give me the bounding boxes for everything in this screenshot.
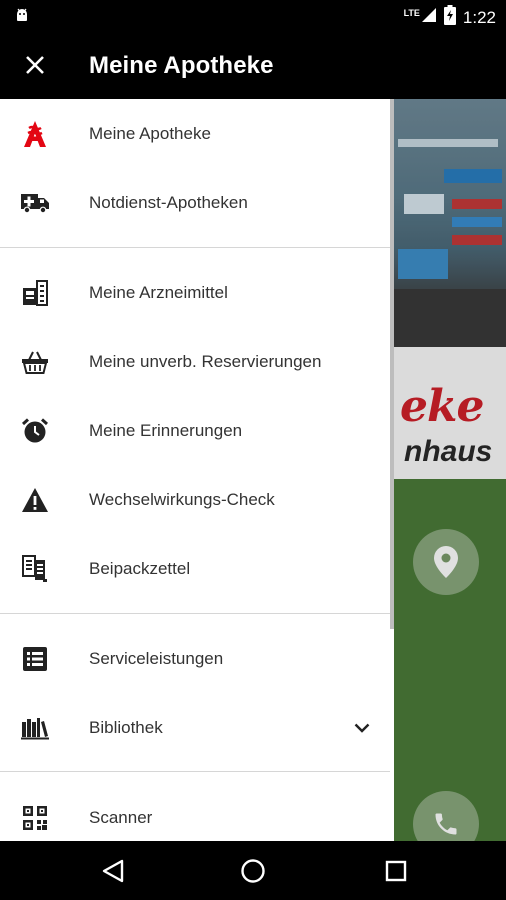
clock: 1:22: [462, 7, 496, 27]
signal-icon: [421, 7, 437, 28]
service-list-icon: [20, 644, 50, 674]
android-debug-icon: [14, 7, 30, 28]
divider: [0, 247, 390, 248]
drawer-item-reservierungen[interactable]: Meine unverb. Reservierungen: [0, 327, 390, 396]
app-bar: Meine Apotheke: [0, 30, 506, 99]
network-type: LTE: [403, 8, 420, 18]
drawer-item-notdienst-apotheken[interactable]: Notdienst-Apotheken: [0, 168, 390, 237]
drawer-item-beipackzettel[interactable]: Beipackzettel: [0, 534, 390, 603]
scrollbar[interactable]: [390, 99, 394, 629]
recents-icon[interactable]: [381, 856, 411, 886]
drawer-scrim[interactable]: [394, 99, 506, 841]
pharmacy-a-icon: [20, 119, 50, 149]
battery-icon: [443, 5, 456, 30]
ambulance-icon: [20, 188, 50, 218]
library-icon: [20, 713, 50, 743]
drawer-item-label: Meine Arzneimittel: [89, 282, 228, 302]
basket-icon: [20, 347, 50, 377]
drawer-item-erinnerungen[interactable]: Meine Erinnerungen: [0, 396, 390, 465]
leaflet-icon: [20, 554, 50, 584]
page-title: Meine Apotheke: [89, 52, 274, 79]
system-nav-bar: [0, 841, 506, 900]
qr-code-icon: [20, 803, 50, 833]
drawer-item-bibliothek[interactable]: Bibliothek: [0, 693, 390, 762]
navigation-drawer: Meine Apotheke Notdienst-Apotheken Meine…: [0, 99, 394, 841]
divider: [0, 613, 390, 614]
divider: [0, 771, 390, 772]
drawer-item-meine-arzneimittel[interactable]: Meine Arzneimittel: [0, 258, 390, 327]
drawer-item-label: Wechselwirkungs-Check: [89, 489, 275, 509]
chevron-down-icon[interactable]: [350, 716, 374, 740]
drawer-item-label: Scanner: [89, 807, 153, 827]
drawer-item-label: Bibliothek: [89, 717, 163, 737]
medicine-box-icon: [20, 278, 50, 308]
drawer-item-label: Serviceleistungen: [89, 648, 224, 668]
drawer-item-meine-apotheke[interactable]: Meine Apotheke: [0, 99, 390, 168]
warning-icon: [20, 485, 50, 515]
drawer-item-label: Beipackzettel: [89, 558, 191, 578]
alarm-clock-icon: [20, 416, 50, 446]
drawer-item-label: Meine Erinnerungen: [89, 420, 243, 440]
drawer-item-scanner[interactable]: Scanner: [0, 783, 390, 841]
drawer-item-label: Meine Apotheke: [89, 123, 211, 143]
drawer-item-label: Notdienst-Apotheken: [89, 192, 248, 212]
drawer-item-label: Meine unverb. Reservierungen: [89, 351, 322, 371]
drawer-item-wechselwirkungs-check[interactable]: Wechselwirkungs-Check: [0, 465, 390, 534]
back-icon[interactable]: [98, 856, 128, 886]
home-icon[interactable]: [238, 856, 268, 886]
drawer-item-serviceleistungen[interactable]: Serviceleistungen: [0, 624, 390, 693]
status-bar: LTE 1:22: [0, 0, 506, 30]
status-right: LTE 1:22: [404, 5, 496, 30]
close-icon[interactable]: [20, 50, 50, 80]
